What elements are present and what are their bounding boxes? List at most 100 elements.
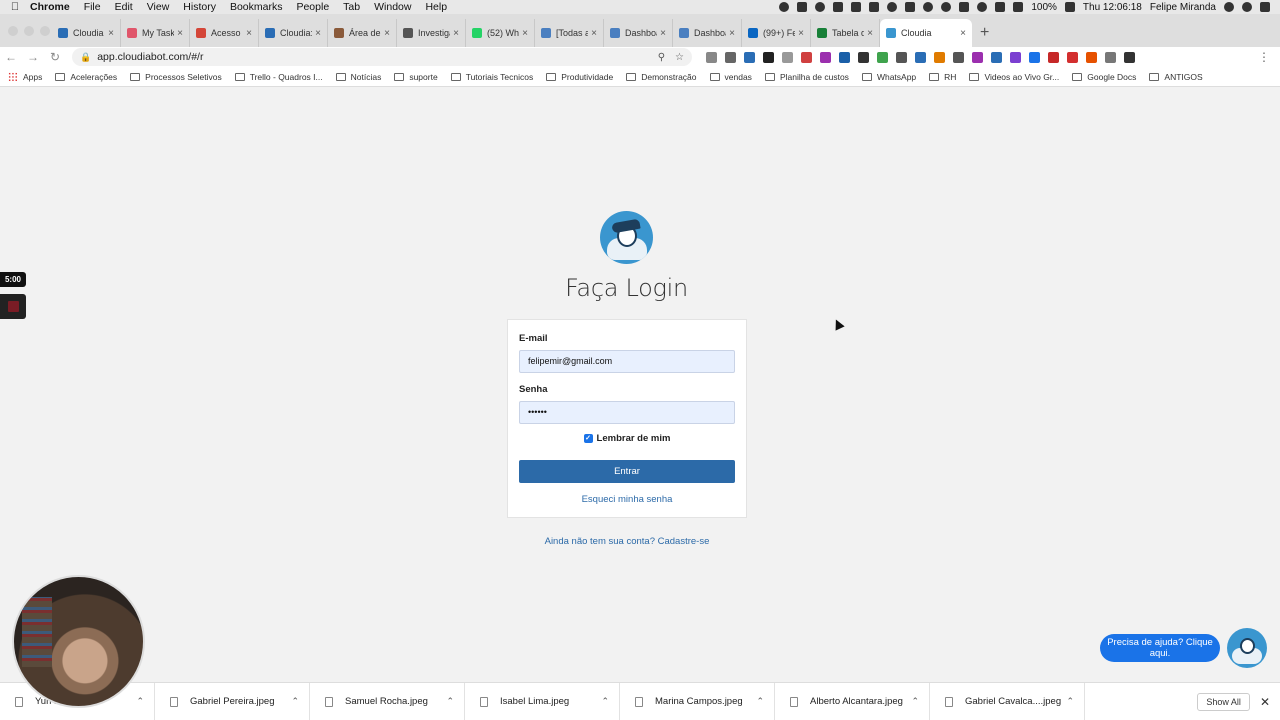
chevron-up-icon[interactable]: ⌃ <box>601 696 609 707</box>
extension-icon[interactable] <box>744 51 755 63</box>
extension-icon[interactable] <box>915 51 926 63</box>
remember-label[interactable]: Lembrar de mim <box>597 433 671 444</box>
bookmark-folder[interactable]: WhatsApp <box>861 72 916 82</box>
status-icon[interactable] <box>797 2 808 12</box>
close-tab-icon[interactable]: × <box>867 28 873 39</box>
bookmark-folder[interactable]: Processos Seletivos <box>130 72 222 82</box>
close-tab-icon[interactable]: × <box>315 28 321 39</box>
browser-tab[interactable]: Dashboard C× <box>673 19 742 47</box>
extension-icon[interactable] <box>1105 51 1116 63</box>
menu-view[interactable]: View <box>147 1 170 13</box>
extension-icon[interactable] <box>839 51 850 63</box>
download-item[interactable]: Gabriel Cavalca....jpeg ⌃ <box>930 682 1085 720</box>
bookmark-folder[interactable]: Notícias <box>335 72 381 82</box>
battery-icon[interactable] <box>1064 2 1075 12</box>
status-icon[interactable] <box>905 2 916 12</box>
menu-bookmarks[interactable]: Bookmarks <box>230 1 283 13</box>
close-tab-icon[interactable]: × <box>246 28 252 39</box>
chevron-up-icon[interactable]: ⌃ <box>1066 696 1074 707</box>
bookmark-folder[interactable]: Videos ao Vivo Gr... <box>969 72 1059 82</box>
extension-icon[interactable] <box>725 51 736 63</box>
close-tab-icon[interactable]: × <box>591 28 597 39</box>
status-icon[interactable] <box>887 2 898 12</box>
status-icon[interactable] <box>815 2 826 12</box>
status-icon[interactable] <box>779 2 790 12</box>
bookmark-folder[interactable]: Acelerações <box>55 72 117 82</box>
clock[interactable]: Thu 12:06:18 <box>1083 2 1142 13</box>
browser-tab[interactable]: Dashboard C× <box>604 19 673 47</box>
show-all-downloads-button[interactable]: Show All <box>1197 692 1250 711</box>
close-tab-icon[interactable]: × <box>384 28 390 39</box>
bookmark-folder[interactable]: Google Docs <box>1072 72 1136 82</box>
menu-people[interactable]: People <box>296 1 329 13</box>
chevron-up-icon[interactable]: ⌃ <box>136 696 144 707</box>
bookmark-folder[interactable]: Trello - Quadros I... <box>234 72 323 82</box>
menu-edit[interactable]: Edit <box>115 1 133 13</box>
download-item[interactable]: Gabriel Pereira.jpeg ⌃ <box>155 682 310 720</box>
extension-icon[interactable] <box>972 51 983 63</box>
user-name[interactable]: Felipe Miranda <box>1150 2 1216 13</box>
close-tab-icon[interactable]: × <box>453 28 459 39</box>
close-tab-icon[interactable]: × <box>108 28 114 39</box>
bookmark-folder[interactable]: Planilha de custos <box>764 72 849 82</box>
browser-tab[interactable]: [Todas as ur× <box>535 19 604 47</box>
bookmark-star-icon[interactable]: ☆ <box>675 52 684 63</box>
download-item[interactable]: Samuel Rocha.jpeg ⌃ <box>310 682 465 720</box>
browser-tab[interactable]: Tabela dos le× <box>811 19 880 47</box>
close-tab-icon[interactable]: × <box>960 28 966 39</box>
bookmark-apps[interactable]: Apps <box>8 71 42 82</box>
key-icon[interactable]: ⚲ <box>658 52 665 63</box>
close-tab-icon[interactable]: × <box>729 28 735 39</box>
reload-icon[interactable]: ↻ <box>44 50 66 64</box>
menu-file[interactable]: File <box>84 1 101 13</box>
remember-me[interactable]: ✓ Lembrar de mim <box>508 433 746 444</box>
extension-icon[interactable] <box>1067 51 1078 63</box>
bluetooth-icon[interactable] <box>959 2 970 12</box>
chevron-up-icon[interactable]: ⌃ <box>756 696 764 707</box>
menu-app-name[interactable]: Chrome <box>30 1 70 13</box>
stop-recording-button[interactable] <box>0 294 26 319</box>
browser-tab[interactable]: Área de me× <box>328 19 397 47</box>
status-icon[interactable] <box>923 2 934 12</box>
extension-icon[interactable] <box>877 51 888 63</box>
extension-icon[interactable] <box>763 51 774 63</box>
extension-icon[interactable] <box>1086 51 1097 63</box>
menu-history[interactable]: History <box>183 1 216 13</box>
menu-help[interactable]: Help <box>425 1 447 13</box>
chevron-up-icon[interactable]: ⌃ <box>446 696 454 707</box>
bookmark-folder[interactable]: Tutoriais Tecnicos <box>450 72 533 82</box>
download-item[interactable]: Alberto Alcantara.jpeg ⌃ <box>775 682 930 720</box>
menu-tab[interactable]: Tab <box>343 1 360 13</box>
status-icon[interactable] <box>851 2 862 12</box>
submit-button[interactable]: Entrar <box>519 460 735 483</box>
extension-icon[interactable] <box>801 51 812 63</box>
close-tab-icon[interactable]: × <box>177 28 183 39</box>
extension-icon[interactable] <box>782 51 793 63</box>
forward-icon[interactable]: → <box>22 50 44 64</box>
help-chat-avatar[interactable] <box>1227 628 1267 668</box>
menu-window[interactable]: Window <box>374 1 411 13</box>
siri-icon[interactable] <box>1242 2 1252 12</box>
email-field[interactable]: felipemir@gmail.com <box>519 350 735 373</box>
forgot-password-link[interactable]: Esqueci minha senha <box>508 494 746 505</box>
browser-tab[interactable]: (99+) Feed× <box>742 19 811 47</box>
remember-checkbox[interactable]: ✓ <box>583 434 593 443</box>
close-window-button[interactable] <box>8 26 18 36</box>
battery-percent[interactable]: 100% <box>1031 2 1057 13</box>
wifi-icon[interactable] <box>977 2 988 12</box>
close-downloads-icon[interactable]: ✕ <box>1260 695 1270 709</box>
bookmark-folder[interactable]: vendas <box>709 72 752 82</box>
extension-icon[interactable] <box>953 51 964 63</box>
close-tab-icon[interactable]: × <box>798 28 804 39</box>
extension-icon[interactable] <box>991 51 1002 63</box>
extension-icon[interactable] <box>1029 51 1040 63</box>
time-machine-icon[interactable] <box>941 2 952 12</box>
extension-icon[interactable] <box>858 51 869 63</box>
browser-tab[interactable]: (52) WhatsA× <box>466 19 535 47</box>
extension-icon[interactable] <box>934 51 945 63</box>
address-bar[interactable]: 🔒 app.cloudiabot.com/#/r ⚲ ☆ <box>72 48 692 66</box>
chrome-menu-icon[interactable]: ⋮ <box>1258 50 1270 64</box>
flag-icon[interactable] <box>995 2 1006 12</box>
extension-icon[interactable] <box>896 51 907 63</box>
close-tab-icon[interactable]: × <box>522 28 528 39</box>
